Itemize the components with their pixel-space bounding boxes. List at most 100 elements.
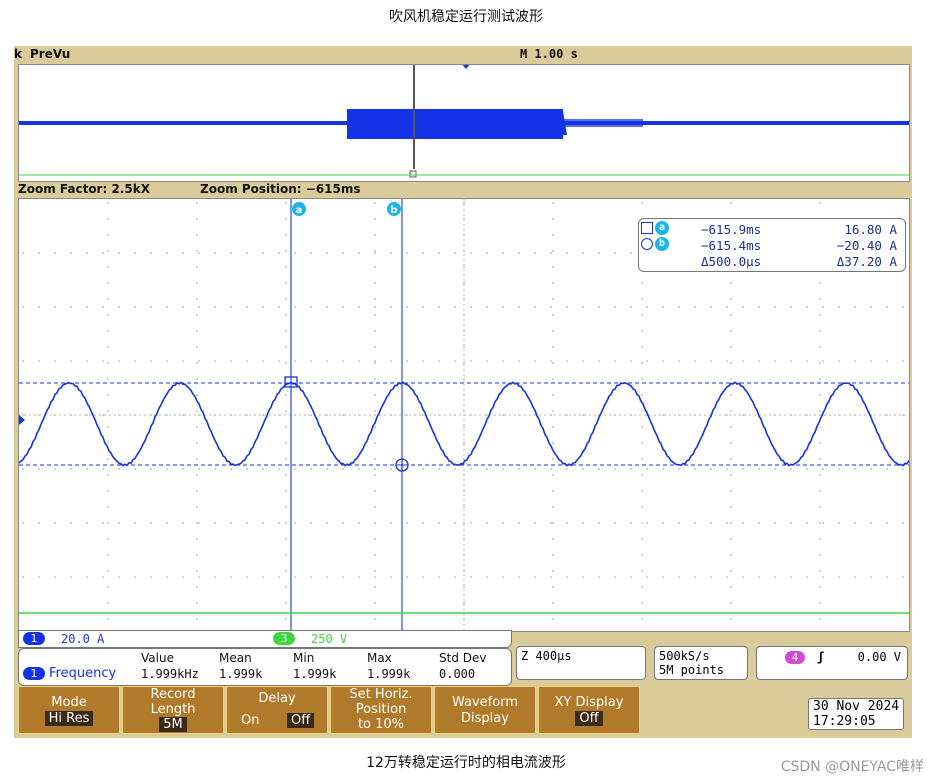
meas-name[interactable]: Frequency [49,666,116,681]
record-points: 5M points [659,663,725,677]
grid-dot [438,306,440,308]
preview-zoom-handle[interactable] [409,170,417,178]
grid-dot [374,250,376,252]
watermark: CSDN @ONEYAC唯样 [780,759,924,775]
grid-dot [758,468,760,470]
grid-dot [358,522,360,524]
grid-dot [758,576,760,578]
grid-dot [374,442,376,444]
set-horiz-label-1: Set Horiz. [349,687,413,702]
ch1-scale[interactable]: 20.0 A [61,632,104,646]
grid-dot [246,576,248,578]
grid-dot [486,468,488,470]
grid-dot [182,522,184,524]
grid-dot [230,306,232,308]
grid-dot [774,576,776,578]
grid-dot [582,414,584,416]
grid-dot [22,306,24,308]
grid-dot [182,414,184,416]
record-label-1: Record [150,687,196,702]
grid-dot [902,468,904,470]
mode-label: Mode [51,695,87,710]
grid-dot [390,576,392,578]
grid-dot [196,250,198,252]
grid-dot [486,522,488,524]
zoom-timebase[interactable]: Z 400µs [516,646,646,680]
grid-dot [310,360,312,362]
mode-button[interactable]: Mode Hi Res [18,686,120,734]
grid-dot [552,554,554,556]
grid-dot [902,576,904,578]
grid-dot [198,360,200,362]
grid-dot [22,468,24,470]
grid-dot [198,522,200,524]
delay-button[interactable]: Delay On Off [226,686,328,734]
grid-dot [107,426,109,428]
grid-dot [196,618,198,620]
grid-dot [214,522,216,524]
grid-dot [390,468,392,470]
grid-dot [641,506,643,508]
grid-dot [646,468,648,470]
grid-dot [819,570,821,572]
grid-dot [262,252,264,254]
grid-dot [374,298,376,300]
grid-dot [819,522,821,524]
grid-dot [54,468,56,470]
grid-dot [806,522,808,524]
grid-dot [566,414,568,416]
grid-dot [742,468,744,470]
grid-dot [822,576,824,578]
grid-dot [374,522,376,524]
grid-dot [107,554,109,556]
grid-dot [285,234,287,236]
grid-dot [550,252,552,254]
ch3-scale[interactable]: 250 V [311,632,347,646]
grid-dot [374,468,376,470]
grid-dot [294,306,296,308]
grid-dot [230,360,232,362]
grid-dot [70,252,72,254]
record-length-button[interactable]: Record Length 5M [122,686,224,734]
grid-dot [198,306,200,308]
grid-dot [854,576,856,578]
grid-dot [150,306,152,308]
grid-dot [710,576,712,578]
grid-dot [278,522,280,524]
grid-dot [806,306,808,308]
grid-dot [214,576,216,578]
grid-dot [196,522,198,524]
ch3-badge[interactable]: 3 [273,632,295,645]
grid-dot [730,490,732,492]
grid-dot [285,474,287,476]
set-horiz-label-2: Position [355,702,407,717]
grid-dot [598,252,600,254]
grid-dot [819,346,821,348]
grid-dot [107,298,109,300]
grid-dot [107,346,109,348]
grid-dot [730,442,732,444]
grid-dot [552,362,554,364]
set-horiz-position-button[interactable]: Set Horiz. Position to 10% [330,686,432,734]
grid-dot [358,252,360,254]
xy-display-button[interactable]: XY Display Off [538,686,640,734]
waveform-display-button[interactable]: Waveform Display [434,686,536,734]
grid-dot [774,360,776,362]
grid-dot [758,306,760,308]
grid-dot [819,490,821,492]
grid-dot [86,414,88,416]
sample-rate-readout[interactable]: 500kS/s 5M points [654,646,748,680]
ch1-badge[interactable]: 1 [23,632,45,645]
grid-dot [285,570,287,572]
grid-dot [550,468,552,470]
grid-dot [166,414,168,416]
grid-dot [614,360,616,362]
trigger-readout[interactable]: 4 ʃ 0.00 V [756,646,908,680]
grid-dot [806,576,808,578]
grid-dot [641,314,643,316]
grid-dot [641,554,643,556]
grid-dot [406,414,408,416]
grid-dot [566,306,568,308]
oscilloscope-screen: k PreVu M 1.00 s Zoom Factor: 2.5kX Zoom… [14,46,912,738]
grid-dot [134,360,136,362]
